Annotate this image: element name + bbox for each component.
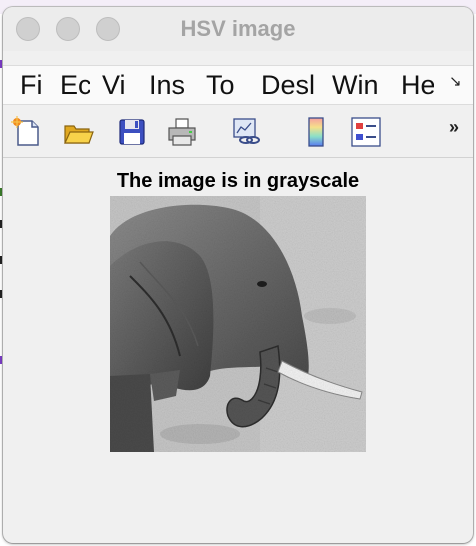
folder-open-icon bbox=[64, 125, 94, 144]
floppy-disk-icon bbox=[119, 119, 145, 145]
elephant-grayscale-image bbox=[110, 196, 366, 452]
menu-desktop[interactable]: Desl bbox=[261, 66, 319, 104]
insert-colorbar-button[interactable] bbox=[299, 115, 333, 149]
menu-window[interactable]: Win bbox=[332, 66, 381, 104]
printer-icon bbox=[168, 118, 196, 146]
save-button[interactable] bbox=[115, 115, 149, 149]
new-figure-button[interactable] bbox=[10, 115, 44, 149]
menu-help[interactable]: He bbox=[401, 66, 434, 104]
axes-title: The image is in grayscale bbox=[116, 170, 360, 192]
print-button[interactable] bbox=[165, 115, 199, 149]
menu-bar: Fi Ec Vi Ins To Desl Win He ↘ bbox=[3, 65, 473, 105]
double-chevron-right-icon[interactable]: » bbox=[449, 117, 459, 138]
window-title: HSV image bbox=[180, 16, 296, 41]
chevron-overflow-icon[interactable]: ↘ bbox=[449, 72, 462, 90]
figure-window: HSV image Fi Ec Vi Ins To Desl Win He ↘ bbox=[3, 7, 473, 543]
figure-toolbar: » bbox=[3, 107, 473, 158]
title-bar: HSV image bbox=[3, 7, 473, 51]
menu-file[interactable]: Fi bbox=[20, 66, 50, 104]
new-document-icon bbox=[11, 116, 39, 146]
insert-legend-button[interactable] bbox=[349, 115, 383, 149]
open-file-button[interactable] bbox=[61, 115, 95, 149]
menu-view[interactable]: Vi bbox=[102, 66, 134, 104]
link-plot-icon bbox=[233, 118, 260, 144]
legend-icon bbox=[351, 117, 381, 147]
colorbar-icon bbox=[308, 117, 324, 147]
menu-edit[interactable]: Ec bbox=[60, 66, 90, 104]
menu-insert[interactable]: Ins bbox=[149, 66, 193, 104]
link-plot-button[interactable] bbox=[229, 115, 263, 149]
menu-tools[interactable]: To bbox=[206, 66, 244, 104]
